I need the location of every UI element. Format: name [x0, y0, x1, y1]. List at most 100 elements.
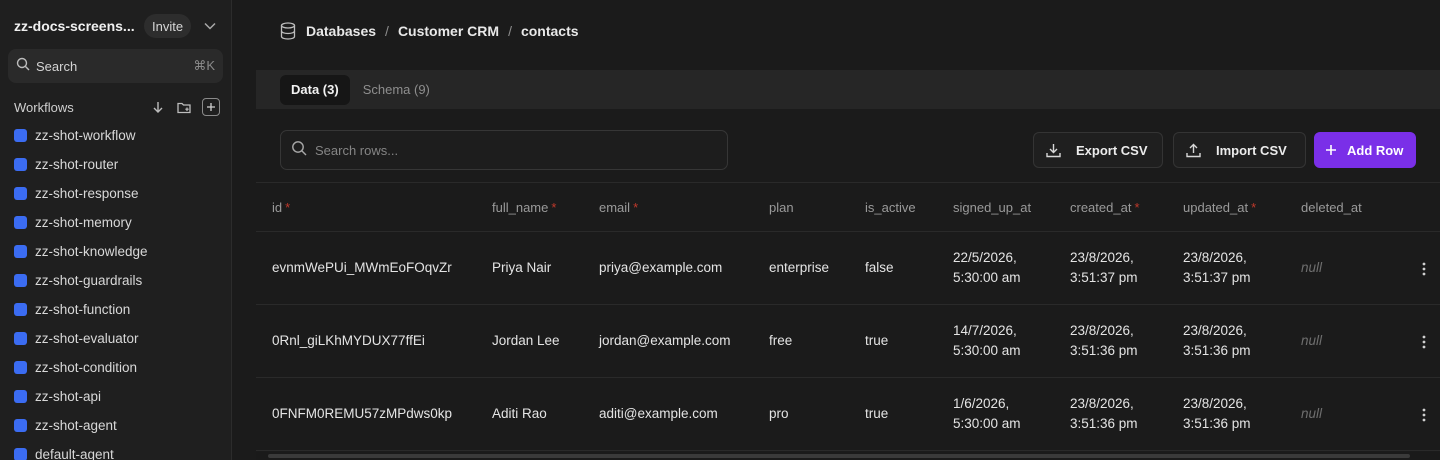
- breadcrumb-database[interactable]: Customer CRM: [398, 23, 499, 39]
- row-menu-icon[interactable]: [1418, 260, 1430, 278]
- workflow-item[interactable]: zz-shot-evaluator: [14, 324, 224, 353]
- cell-full-name: Priya Nair: [492, 260, 552, 275]
- cell-signed-up-at: 14/7/2026, 5:30:00 am: [953, 323, 1021, 358]
- workflow-label: zz-shot-function: [35, 302, 131, 317]
- workflow-item[interactable]: zz-shot-workflow: [14, 121, 224, 150]
- workflow-color-icon: [14, 245, 27, 258]
- table-header: id * full_name * email * plan is_active sig…: [256, 182, 1440, 232]
- workflow-label: zz-shot-agent: [35, 418, 117, 433]
- breadcrumb-databases[interactable]: Databases: [306, 23, 376, 39]
- cell-id: 0FNFM0REMU57zMPdws0kp: [272, 406, 453, 421]
- workflow-label: zz-shot-router: [35, 157, 119, 172]
- cell-plan: free: [769, 333, 793, 348]
- cell-deleted-at: null: [1301, 333, 1323, 348]
- search-rows-placeholder: Search rows...: [315, 142, 399, 158]
- workflow-color-icon: [14, 332, 27, 345]
- workspace-name[interactable]: zz-docs-screens...: [14, 18, 142, 34]
- horizontal-scrollbar[interactable]: [256, 452, 1440, 460]
- cell-id: 0Rnl_giLKhMYDUX77ffEi: [272, 333, 425, 348]
- cell-created-at: 23/8/2026, 3:51:36 pm: [1070, 396, 1138, 431]
- cell-created-at: 23/8/2026, 3:51:36 pm: [1070, 323, 1138, 358]
- import-csv-button[interactable]: Import CSV: [1173, 132, 1306, 168]
- workflows-title: Workflows: [14, 99, 74, 115]
- import-csv-label: Import CSV: [1216, 142, 1287, 158]
- workflow-color-icon: [14, 390, 27, 403]
- workflow-color-icon: [14, 419, 27, 432]
- new-folder-icon[interactable]: [176, 99, 192, 115]
- main-panel: Databases / Customer CRM / contacts Data…: [232, 0, 1440, 460]
- cell-signed-up-at: 1/6/2026, 5:30:00 am: [953, 396, 1021, 431]
- cell-deleted-at: null: [1301, 406, 1323, 421]
- chevron-down-icon[interactable]: [203, 19, 217, 33]
- sidebar-search[interactable]: Search ⌘K: [8, 49, 223, 83]
- workflow-item[interactable]: default-agent: [14, 440, 224, 460]
- column-header-email[interactable]: email *: [583, 200, 753, 215]
- tab-data[interactable]: Data (3): [280, 74, 350, 105]
- workflows-header: Workflows: [14, 97, 220, 117]
- column-header-plan[interactable]: plan: [753, 200, 849, 215]
- search-icon: [16, 57, 30, 76]
- download-icon: [1046, 142, 1062, 158]
- breadcrumb-separator: /: [385, 23, 389, 39]
- arrow-down-icon[interactable]: [150, 99, 166, 115]
- cell-deleted-at: null: [1301, 260, 1323, 275]
- cell-is-active: true: [865, 406, 889, 421]
- workflow-item[interactable]: zz-shot-response: [14, 179, 224, 208]
- cell-is-active: true: [865, 333, 889, 348]
- workflow-color-icon: [14, 216, 27, 229]
- table-row[interactable]: 0Rnl_giLKhMYDUX77ffEi Jordan Lee jordan@…: [256, 305, 1440, 378]
- column-header-updated-at[interactable]: updated_at *: [1167, 200, 1285, 215]
- add-row-button[interactable]: Add Row: [1314, 132, 1416, 168]
- scrollbar-thumb[interactable]: [268, 454, 1410, 458]
- breadcrumb: Databases / Customer CRM / contacts: [232, 0, 1440, 62]
- column-header-id[interactable]: id *: [256, 200, 476, 215]
- plus-icon: [1325, 142, 1341, 158]
- cell-updated-at: 23/8/2026, 3:51:37 pm: [1183, 250, 1251, 285]
- cell-is-active: false: [865, 260, 894, 275]
- column-header-deleted-at[interactable]: deleted_at: [1285, 200, 1385, 215]
- workflow-item[interactable]: zz-shot-knowledge: [14, 237, 224, 266]
- workflow-item[interactable]: zz-shot-memory: [14, 208, 224, 237]
- workflow-label: zz-shot-guardrails: [35, 273, 143, 288]
- search-shortcut: ⌘K: [193, 58, 215, 73]
- export-csv-button[interactable]: Export CSV: [1033, 132, 1163, 168]
- data-table: id * full_name * email * plan is_active sig…: [256, 182, 1440, 451]
- workflow-item[interactable]: zz-shot-agent: [14, 411, 224, 440]
- cell-email: priya@example.com: [599, 260, 723, 275]
- column-header-signed-up-at[interactable]: signed_up_at: [937, 200, 1054, 215]
- workflow-item[interactable]: zz-shot-condition: [14, 353, 224, 382]
- workflow-item[interactable]: zz-shot-api: [14, 382, 224, 411]
- cell-signed-up-at: 22/5/2026, 5:30:00 am: [953, 250, 1021, 285]
- invite-button[interactable]: Invite: [144, 14, 192, 38]
- add-row-label: Add Row: [1347, 142, 1404, 158]
- database-icon: [280, 22, 298, 40]
- cell-created-at: 23/8/2026, 3:51:37 pm: [1070, 250, 1138, 285]
- row-menu-icon[interactable]: [1418, 333, 1430, 351]
- cell-email: aditi@example.com: [599, 406, 718, 421]
- cell-plan: pro: [769, 406, 789, 421]
- column-header-created-at[interactable]: created_at *: [1054, 200, 1167, 215]
- cell-full-name: Aditi Rao: [492, 406, 547, 421]
- workflow-label: zz-shot-workflow: [35, 128, 136, 143]
- table-row[interactable]: evnmWePUi_MWmEoFOqvZr Priya Nair priya@e…: [256, 232, 1440, 305]
- search-icon: [291, 140, 307, 161]
- workflow-list: zz-shot-workflow zz-shot-router zz-shot-…: [14, 121, 224, 460]
- column-header-is-active[interactable]: is_active: [849, 200, 937, 215]
- workflow-label: zz-shot-response: [35, 186, 139, 201]
- table-row[interactable]: 0FNFM0REMU57zMPdws0kp Aditi Rao aditi@ex…: [256, 378, 1440, 451]
- tab-schema[interactable]: Schema (9): [352, 75, 441, 105]
- search-rows-input[interactable]: Search rows...: [280, 130, 728, 170]
- breadcrumb-table: contacts: [520, 23, 579, 39]
- workflow-label: zz-shot-evaluator: [35, 331, 139, 346]
- workflow-item[interactable]: zz-shot-guardrails: [14, 266, 224, 295]
- workflow-label: zz-shot-condition: [35, 360, 138, 375]
- workflow-label: zz-shot-memory: [35, 215, 132, 230]
- workflow-item[interactable]: zz-shot-router: [14, 150, 224, 179]
- cell-plan: enterprise: [769, 260, 830, 275]
- workflow-item[interactable]: zz-shot-function: [14, 295, 224, 324]
- workflow-color-icon: [14, 361, 27, 374]
- column-header-full-name[interactable]: full_name *: [476, 200, 583, 215]
- add-workflow-icon[interactable]: [202, 98, 220, 116]
- row-menu-icon[interactable]: [1418, 406, 1430, 424]
- workflow-color-icon: [14, 303, 27, 316]
